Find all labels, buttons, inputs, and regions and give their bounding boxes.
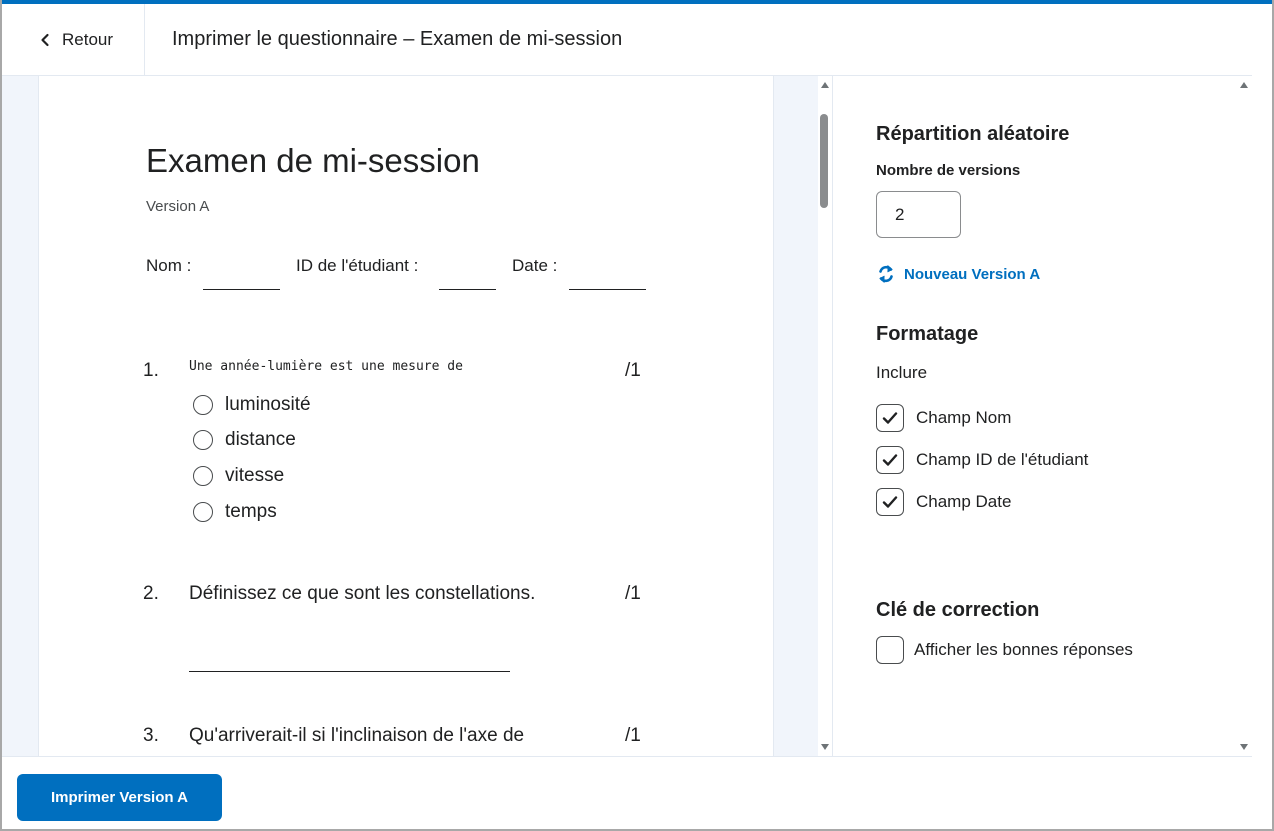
window-frame [0,0,1274,831]
